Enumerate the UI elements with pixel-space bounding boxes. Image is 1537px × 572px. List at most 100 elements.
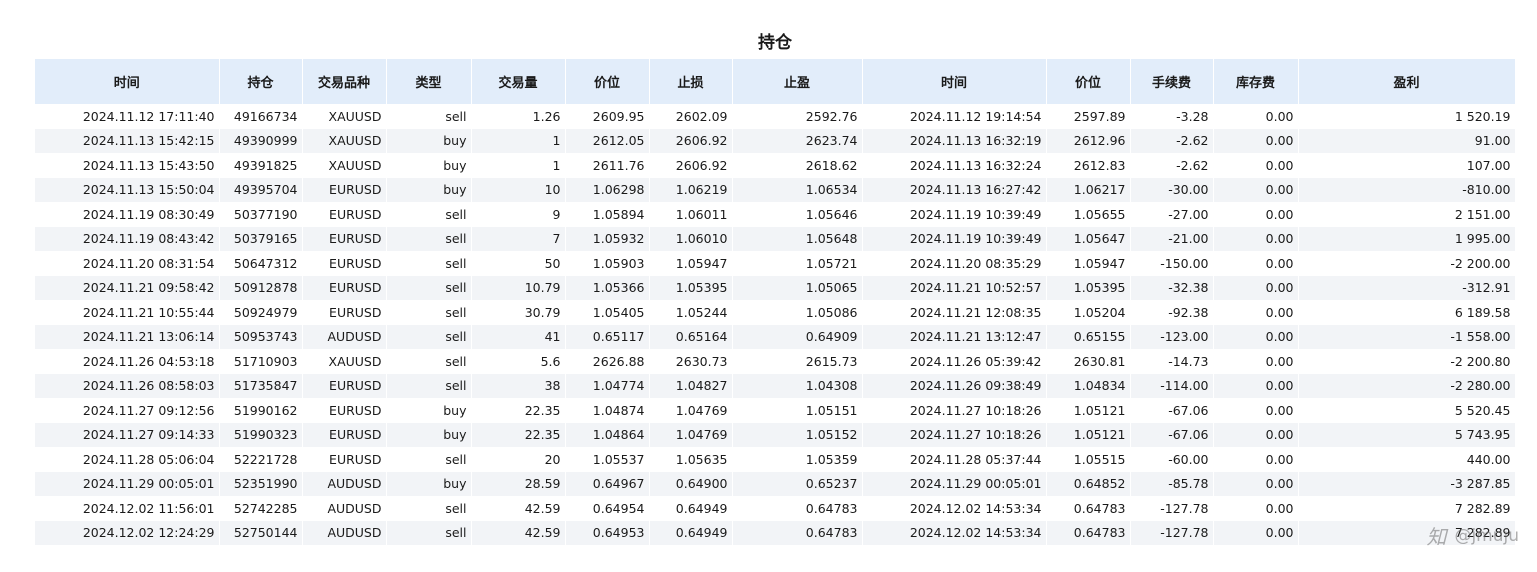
cell-open-time: 2024.11.28 05:06:04 <box>35 447 220 472</box>
cell-volume: 9 <box>471 202 566 227</box>
cell-open-price: 1.05932 <box>565 226 650 251</box>
col-header-type: 类型 <box>386 59 472 104</box>
cell-profit: -2 200.00 <box>1298 251 1516 276</box>
cell-open-price: 0.64953 <box>565 520 650 545</box>
cell-swap: 0.00 <box>1213 373 1299 398</box>
cell-stop-loss: 0.64949 <box>649 520 733 545</box>
col-header-profit: 盈利 <box>1298 59 1516 104</box>
table-row: 2024.11.21 13:06:14 50953743 AUDUSD sell 41 0… <box>35 324 1516 349</box>
cell-position-id: 52750144 <box>219 520 303 545</box>
cell-swap: 0.00 <box>1213 422 1299 447</box>
cell-close-time: 2024.11.28 05:37:44 <box>862 447 1047 472</box>
table-row: 2024.11.21 10:55:44 50924979 EURUSD sell 30.… <box>35 300 1516 325</box>
cell-take-profit: 1.05065 <box>732 275 863 300</box>
cell-close-price: 0.64783 <box>1046 520 1131 545</box>
cell-open-time: 2024.11.27 09:14:33 <box>35 422 220 447</box>
cell-take-profit: 0.64783 <box>732 520 863 545</box>
cell-type: buy <box>386 471 472 496</box>
cell-type: sell <box>386 300 472 325</box>
table-row: 2024.11.20 08:31:54 50647312 EURUSD sell 50 1… <box>35 251 1516 276</box>
cell-open-price: 1.04864 <box>565 422 650 447</box>
cell-stop-loss: 0.65164 <box>649 324 733 349</box>
cell-swap: 0.00 <box>1213 177 1299 202</box>
cell-open-time: 2024.11.12 17:11:40 <box>35 104 220 129</box>
cell-swap: 0.00 <box>1213 153 1299 178</box>
cell-stop-loss: 1.04769 <box>649 398 733 423</box>
cell-position-id: 51735847 <box>219 373 303 398</box>
col-header-close-time: 时间 <box>862 59 1047 104</box>
cell-open-price: 0.64954 <box>565 496 650 521</box>
cell-open-time: 2024.12.02 11:56:01 <box>35 496 220 521</box>
cell-commission: -127.78 <box>1130 520 1214 545</box>
cell-swap: 0.00 <box>1213 128 1299 153</box>
cell-swap: 0.00 <box>1213 251 1299 276</box>
cell-close-price: 2597.89 <box>1046 104 1131 129</box>
cell-open-time: 2024.11.20 08:31:54 <box>35 251 220 276</box>
cell-position-id: 50647312 <box>219 251 303 276</box>
cell-type: buy <box>386 422 472 447</box>
cell-type: sell <box>386 373 472 398</box>
table-row: 2024.11.13 15:43:50 49391825 XAUUSD buy 1 261… <box>35 153 1516 178</box>
cell-close-time: 2024.11.21 10:52:57 <box>862 275 1047 300</box>
cell-symbol: EURUSD <box>302 202 387 227</box>
cell-open-time: 2024.11.21 10:55:44 <box>35 300 220 325</box>
cell-symbol: EURUSD <box>302 447 387 472</box>
cell-profit: -2 200.80 <box>1298 349 1516 374</box>
cell-open-time: 2024.11.21 09:58:42 <box>35 275 220 300</box>
cell-profit: -2 280.00 <box>1298 373 1516 398</box>
cell-open-price: 0.65117 <box>565 324 650 349</box>
cell-open-price: 1.06298 <box>565 177 650 202</box>
cell-close-time: 2024.11.21 12:08:35 <box>862 300 1047 325</box>
cell-volume: 7 <box>471 226 566 251</box>
cell-position-id: 49390999 <box>219 128 303 153</box>
cell-position-id: 50912878 <box>219 275 303 300</box>
cell-profit: -810.00 <box>1298 177 1516 202</box>
cell-open-price: 1.05903 <box>565 251 650 276</box>
cell-swap: 0.00 <box>1213 202 1299 227</box>
table-row: 2024.11.26 04:53:18 51710903 XAUUSD sell 5.6… <box>35 349 1516 374</box>
cell-close-price: 1.05395 <box>1046 275 1131 300</box>
cell-open-time: 2024.11.13 15:43:50 <box>35 153 220 178</box>
cell-close-time: 2024.11.27 10:18:26 <box>862 398 1047 423</box>
cell-commission: -32.38 <box>1130 275 1214 300</box>
cell-volume: 50 <box>471 251 566 276</box>
cell-profit: 1 520.19 <box>1298 104 1516 129</box>
cell-symbol: XAUUSD <box>302 349 387 374</box>
cell-stop-loss: 1.06010 <box>649 226 733 251</box>
cell-stop-loss: 2630.73 <box>649 349 733 374</box>
cell-open-price: 2611.76 <box>565 153 650 178</box>
cell-open-time: 2024.11.19 08:30:49 <box>35 202 220 227</box>
col-header-open-time: 时间 <box>35 59 220 104</box>
watermark: 知 @jmuju <box>1426 521 1519 550</box>
cell-close-price: 1.06217 <box>1046 177 1131 202</box>
cell-profit: 5 743.95 <box>1298 422 1516 447</box>
cell-swap: 0.00 <box>1213 447 1299 472</box>
cell-position-id: 51990323 <box>219 422 303 447</box>
cell-commission: -127.78 <box>1130 496 1214 521</box>
cell-take-profit: 2623.74 <box>732 128 863 153</box>
cell-profit: 5 520.45 <box>1298 398 1516 423</box>
cell-type: sell <box>386 202 472 227</box>
cell-open-time: 2024.11.27 09:12:56 <box>35 398 220 423</box>
cell-position-id: 49166734 <box>219 104 303 129</box>
page-title: 持仓 <box>758 33 792 53</box>
cell-volume: 1.26 <box>471 104 566 129</box>
cell-take-profit: 2615.73 <box>732 349 863 374</box>
cell-swap: 0.00 <box>1213 471 1299 496</box>
cell-close-time: 2024.11.26 05:39:42 <box>862 349 1047 374</box>
cell-commission: -30.00 <box>1130 177 1214 202</box>
cell-close-time: 2024.11.19 10:39:49 <box>862 202 1047 227</box>
cell-open-time: 2024.12.02 12:24:29 <box>35 520 220 545</box>
cell-swap: 0.00 <box>1213 349 1299 374</box>
cell-symbol: XAUUSD <box>302 104 387 129</box>
col-header-swap: 库存费 <box>1213 59 1299 104</box>
cell-take-profit: 1.05086 <box>732 300 863 325</box>
table-row: 2024.11.26 08:58:03 51735847 EURUSD sell 38 1… <box>35 373 1516 398</box>
cell-close-price: 1.04834 <box>1046 373 1131 398</box>
col-header-stop-loss: 止损 <box>649 59 733 104</box>
cell-type: sell <box>386 324 472 349</box>
cell-commission: -2.62 <box>1130 128 1214 153</box>
cell-swap: 0.00 <box>1213 275 1299 300</box>
cell-close-time: 2024.11.19 10:39:49 <box>862 226 1047 251</box>
cell-commission: -123.00 <box>1130 324 1214 349</box>
